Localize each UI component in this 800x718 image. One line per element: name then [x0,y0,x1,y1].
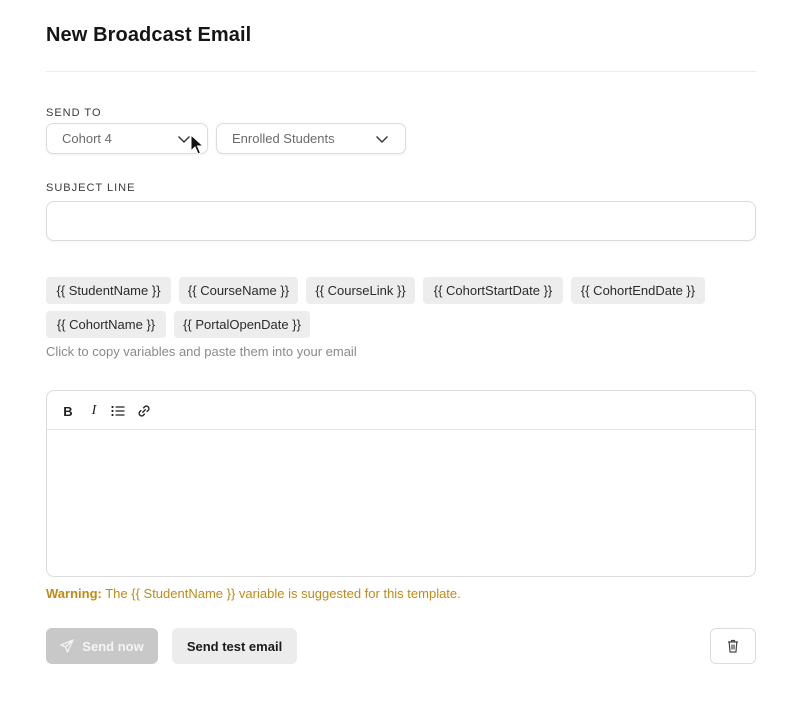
variable-chip-portal-open-date[interactable]: {{ PortalOpenDate }} [174,311,310,338]
cohort-select[interactable]: Cohort 4 [46,123,208,154]
send-to-label: SEND TO [46,107,102,119]
header-divider [46,71,756,72]
send-now-label: Send now [82,638,144,654]
link-icon [138,405,150,417]
subject-label: SUBJECT LINE [46,182,136,194]
editor-body[interactable] [47,431,755,576]
bullet-list-button[interactable] [110,403,126,419]
send-now-button[interactable]: Send now [46,628,158,664]
italic-button[interactable]: I [86,403,102,419]
warning-message: The {{ StudentName }} variable is sugges… [101,586,461,601]
variable-chip-student-name[interactable]: {{ StudentName }} [46,277,171,304]
variable-chip-cohort-start-date[interactable]: {{ CohortStartDate }} [423,277,563,304]
variable-chip-course-link[interactable]: {{ CourseLink }} [306,277,415,304]
delete-button[interactable] [710,628,756,664]
audience-select-value: Enrolled Students [232,131,335,146]
chevron-down-icon [376,136,388,143]
cohort-select-value: Cohort 4 [62,131,112,146]
mouse-pointer-icon [190,134,204,155]
paper-plane-icon [60,639,74,653]
send-test-email-button[interactable]: Send test email [172,628,297,664]
subject-input[interactable] [46,201,756,241]
warning-prefix: Warning: [46,586,102,601]
link-button[interactable] [136,403,152,419]
variables-hint: Click to copy variables and paste them i… [46,344,357,359]
page-title: New Broadcast Email [46,24,252,46]
bullet-list-icon [111,405,125,417]
variable-chip-cohort-name[interactable]: {{ CohortName }} [46,311,166,338]
chevron-down-icon [178,136,190,143]
template-warning: Warning: The {{ StudentName }} variable … [46,586,461,601]
variable-chip-course-name[interactable]: {{ CourseName }} [179,277,298,304]
email-editor: B I [46,390,756,577]
bold-button[interactable]: B [60,403,76,419]
trash-icon [728,639,738,653]
editor-toolbar: B I [47,391,755,430]
variable-chip-cohort-end-date[interactable]: {{ CohortEndDate }} [571,277,705,304]
audience-select[interactable]: Enrolled Students [216,123,406,154]
